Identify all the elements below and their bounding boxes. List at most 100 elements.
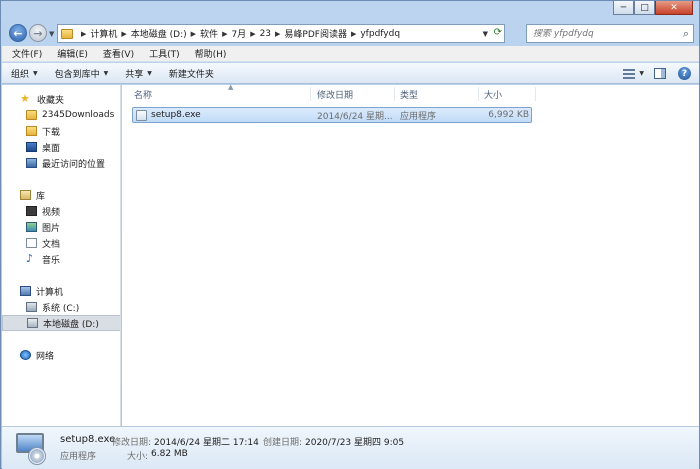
menu-view[interactable]: 查看(V)	[93, 47, 139, 60]
sidebar-item-drive-d[interactable]: 本地磁盘 (D:)	[2, 315, 120, 331]
back-button[interactable]: ←	[9, 24, 27, 42]
breadcrumb-23[interactable]: 23	[260, 29, 271, 39]
view-options-icon[interactable]	[623, 68, 636, 79]
breadcrumb-computer[interactable]: 计算机	[90, 27, 117, 40]
sidebar-item-pictures[interactable]: 图片	[2, 219, 120, 235]
library-icon	[20, 190, 31, 200]
system-drive-icon	[26, 302, 37, 312]
share-button[interactable]: 共享 ▼	[116, 63, 160, 84]
column-size[interactable]: 大小	[484, 85, 536, 103]
explorer-window: ─ □ ✕ ← → ▼ ▶ 计算机 ▶ 本地磁盘 (D:) ▶ 软件 ▶ 7月 …	[0, 0, 700, 469]
nav-label: 最近访问的位置	[42, 159, 106, 170]
sidebar-item-recent-places[interactable]: 最近访问的位置	[2, 155, 120, 171]
file-name-cell: setup8.exe	[136, 108, 314, 122]
column-name-label: 名称	[134, 90, 153, 101]
sidebar-item-drive-c[interactable]: 系统 (C:)	[2, 299, 120, 315]
column-modified[interactable]: 修改日期	[317, 85, 399, 103]
details-modified: 2014/6/24 星期二 17:14	[154, 438, 259, 448]
nav-label: 文档	[42, 239, 61, 250]
video-icon	[26, 206, 37, 216]
close-button[interactable]: ✕	[655, 1, 693, 15]
breadcrumb-yfpdfydq[interactable]: yfpdfydq	[360, 29, 400, 39]
details-pane: setup8.exe 修改日期: 2014/6/24 星期二 17:14 创建日…	[2, 426, 699, 469]
address-bar[interactable]: ▶ 计算机 ▶ 本地磁盘 (D:) ▶ 软件 ▶ 7月 ▶ 23 ▶ 易峰PDF…	[57, 24, 505, 43]
details-modified-label: 修改日期:	[112, 438, 152, 448]
preview-pane-icon[interactable]	[654, 68, 666, 79]
column-type-label: 类型	[400, 90, 419, 101]
nav-network[interactable]: 网络	[2, 347, 120, 363]
new-folder-label: 新建文件夹	[168, 69, 214, 80]
nav-label: 收藏夹	[37, 95, 65, 106]
sidebar-item-documents[interactable]: 文档	[2, 235, 120, 251]
help-icon[interactable]: ?	[678, 67, 691, 80]
nav-favorites[interactable]: ★ 收藏夹	[2, 91, 120, 107]
document-icon	[26, 238, 37, 248]
computer-group: 计算机 系统 (C:) 本地磁盘 (D:)	[2, 283, 120, 331]
drive-icon	[27, 318, 38, 328]
recent-pages-dropdown[interactable]: ▼	[49, 30, 54, 38]
include-library-label: 包含到库中	[54, 69, 100, 80]
search-input[interactable]	[533, 28, 673, 39]
column-name[interactable]: 名称 ▲	[134, 83, 316, 103]
breadcrumb-pdf-reader[interactable]: 易峰PDF阅读器	[284, 27, 347, 40]
include-in-library-button[interactable]: 包含到库中 ▼	[46, 63, 117, 84]
nav-label: 视频	[42, 207, 61, 218]
column-size-label: 大小	[484, 90, 503, 101]
menu-help[interactable]: 帮助(H)	[185, 47, 232, 60]
view-dropdown-icon[interactable]: ▼	[639, 70, 644, 77]
share-label: 共享	[125, 69, 144, 80]
details-type: 应用程序	[60, 452, 97, 462]
search-box: ⌕	[526, 24, 694, 43]
nav-label: 网络	[36, 351, 55, 362]
address-dropdown-icon[interactable]: ▼	[483, 30, 488, 38]
computer-icon	[20, 286, 31, 296]
sidebar-item-desktop[interactable]: 桌面	[2, 139, 120, 155]
sidebar-item-music[interactable]: ♪ 音乐	[2, 251, 120, 267]
pictures-icon	[26, 222, 37, 232]
network-group: 网络	[2, 347, 120, 363]
breadcrumb: ▶ 计算机 ▶ 本地磁盘 (D:) ▶ 软件 ▶ 7月 ▶ 23 ▶ 易峰PDF…	[81, 27, 401, 41]
minimize-button[interactable]: ─	[613, 1, 634, 15]
chevron-down-icon: ▼	[147, 69, 152, 77]
sidebar-item-downloads[interactable]: 下载	[2, 123, 120, 139]
breadcrumb-software[interactable]: 软件	[200, 27, 218, 40]
file-modified: 2014/6/24 星期...	[317, 111, 393, 122]
forward-button[interactable]: →	[29, 24, 47, 42]
recent-places-icon	[26, 158, 37, 168]
toolbar-right: ▼ ?	[623, 63, 699, 84]
downloads-icon	[26, 126, 37, 136]
nav-libraries[interactable]: 库	[2, 187, 120, 203]
nav-label: 系统 (C:)	[42, 303, 80, 314]
nav-label: 图片	[42, 223, 61, 234]
desktop-icon	[26, 142, 37, 152]
breadcrumb-july[interactable]: 7月	[231, 27, 246, 40]
nav-label: 计算机	[36, 287, 64, 298]
folder-icon	[61, 28, 73, 39]
nav-label: 本地磁盘 (D:)	[43, 319, 99, 330]
sidebar-item-videos[interactable]: 视频	[2, 203, 120, 219]
folder-icon	[26, 110, 37, 120]
refresh-icon[interactable]: ⟳	[494, 27, 502, 38]
maximize-button[interactable]: □	[634, 1, 655, 15]
chevron-down-icon: ▼	[33, 69, 38, 77]
new-folder-button[interactable]: 新建文件夹	[160, 63, 222, 84]
file-name: setup8.exe	[151, 110, 201, 120]
details-size: 6.82 MB	[151, 449, 188, 459]
file-size: 6,992 KB	[488, 110, 529, 120]
menu-tools[interactable]: 工具(T)	[139, 47, 185, 60]
menu-file[interactable]: 文件(F)	[2, 47, 47, 60]
exe-file-icon	[136, 109, 147, 121]
breadcrumb-drive-d[interactable]: 本地磁盘 (D:)	[131, 27, 187, 40]
nav-label: 桌面	[42, 143, 61, 154]
file-row[interactable]: setup8.exe 2014/6/24 星期... 应用程序 6,992 KB	[132, 107, 532, 123]
search-icon[interactable]: ⌕	[683, 27, 689, 41]
sidebar-item-2345downloads[interactable]: 2345Downloads	[2, 107, 120, 123]
details-size-label: 大小:	[127, 452, 149, 462]
libraries-group: 库 视频 图片 文档 ♪ 音乐	[2, 187, 120, 267]
nav-label: 音乐	[42, 255, 61, 266]
music-note-icon: ♪	[26, 252, 34, 265]
nav-computer[interactable]: 计算机	[2, 283, 120, 299]
menu-edit[interactable]: 编辑(E)	[47, 47, 93, 60]
organize-button[interactable]: 组织 ▼	[2, 63, 46, 84]
column-type[interactable]: 类型	[400, 85, 482, 103]
